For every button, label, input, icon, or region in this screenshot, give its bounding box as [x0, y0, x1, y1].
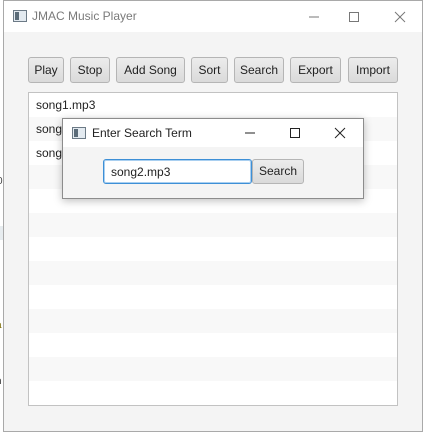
- window-title: JMAC Music Player: [32, 9, 137, 23]
- dialog-title: Enter Search Term: [92, 126, 192, 140]
- empty-row: [29, 381, 397, 405]
- dialog-maximize-button[interactable]: [272, 119, 317, 147]
- empty-row: [29, 285, 397, 309]
- minimize-icon: [309, 16, 319, 17]
- maximize-icon: [289, 128, 300, 138]
- dialog-titlebar[interactable]: Enter Search Term: [63, 119, 363, 147]
- empty-row: [29, 213, 397, 237]
- dialog-close-button[interactable]: [317, 119, 362, 147]
- stop-button[interactable]: Stop: [70, 57, 110, 83]
- close-icon: [394, 11, 406, 22]
- empty-row: [29, 261, 397, 285]
- sort-button[interactable]: Sort: [191, 57, 228, 83]
- main-titlebar[interactable]: JMAC Music Player: [4, 1, 422, 32]
- dialog-search-button[interactable]: Search: [252, 159, 304, 184]
- close-icon: [334, 127, 345, 139]
- dialog-window-icon: [72, 127, 86, 139]
- play-button[interactable]: Play: [28, 57, 64, 83]
- app-window-icon: [13, 10, 27, 22]
- search-dialog: Enter Search Term Search: [62, 118, 364, 199]
- empty-row: [29, 333, 397, 357]
- playlist-item[interactable]: song1.mp3: [29, 93, 397, 117]
- close-button[interactable]: [377, 1, 423, 32]
- empty-row: [29, 309, 397, 333]
- import-button[interactable]: Import: [348, 57, 398, 83]
- dialog-minimize-button[interactable]: [227, 119, 272, 147]
- search-button[interactable]: Search: [234, 57, 284, 83]
- minimize-icon: [244, 132, 255, 134]
- empty-row: [29, 357, 397, 381]
- maximize-button[interactable]: [331, 1, 377, 32]
- main-window: JMAC Music Player Play Stop Add Song Sor…: [3, 0, 423, 432]
- search-term-input[interactable]: [103, 159, 252, 184]
- add-song-button[interactable]: Add Song: [116, 57, 185, 83]
- export-button[interactable]: Export: [290, 57, 341, 83]
- maximize-icon: [349, 11, 359, 22]
- empty-row: [29, 237, 397, 261]
